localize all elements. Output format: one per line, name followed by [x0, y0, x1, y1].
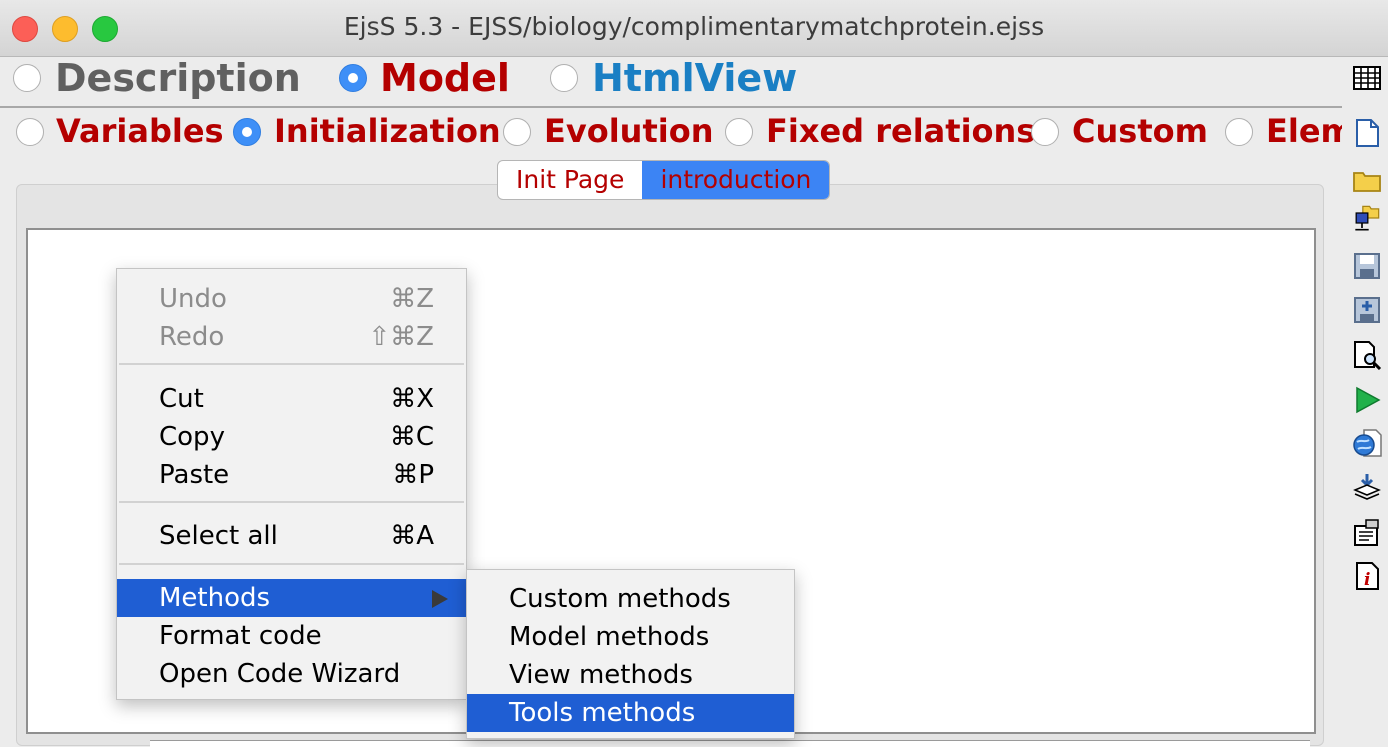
- elements-label[interactable]: Elem: [1266, 112, 1342, 150]
- menu-item-custom-methods[interactable]: Custom methods: [467, 580, 794, 618]
- tab-introduction[interactable]: introduction: [642, 161, 830, 199]
- menu-item-methods[interactable]: Methods: [117, 579, 466, 617]
- menu-item-label: Redo: [159, 322, 225, 352]
- open-folder-icon[interactable]: [1352, 165, 1382, 195]
- htmlview-label[interactable]: HtmlView: [592, 56, 797, 100]
- elements-radio[interactable]: [1225, 118, 1253, 146]
- menu-item-label: Cut: [159, 384, 204, 414]
- save-as-icon[interactable]: [1352, 295, 1382, 325]
- menu-item-shortcut: ⌘A: [390, 521, 434, 551]
- new-file-icon[interactable]: [1352, 118, 1382, 148]
- title-bar: EjsS 5.3 - EJSS/biology/complimentarymat…: [0, 0, 1388, 57]
- menu-separator: [119, 563, 464, 565]
- menu-item-label: Methods: [159, 583, 271, 613]
- menu-item-select-all[interactable]: Select all ⌘A: [117, 517, 466, 555]
- window-title: EjsS 5.3 - EJSS/biology/complimentarymat…: [343, 12, 1045, 41]
- elements-label-clip: Elem: [1266, 112, 1342, 152]
- menu-item-cut[interactable]: Cut ⌘X: [117, 380, 466, 418]
- evolution-label[interactable]: Evolution: [544, 112, 713, 150]
- search-document-icon[interactable]: [1352, 340, 1382, 370]
- web-icon[interactable]: [1352, 428, 1382, 458]
- model-radio[interactable]: [339, 64, 367, 92]
- menu-item-label: Paste: [159, 460, 230, 490]
- initialization-radio[interactable]: [233, 118, 261, 146]
- run-icon[interactable]: [1352, 385, 1382, 415]
- menu-item-shortcut: ⌘Z: [390, 284, 434, 314]
- description-radio[interactable]: [13, 64, 41, 92]
- save-icon[interactable]: [1352, 251, 1382, 281]
- description-label[interactable]: Description: [55, 56, 301, 100]
- menu-item-undo[interactable]: Undo ⌘Z: [117, 280, 466, 318]
- menu-item-label: Copy: [159, 422, 225, 452]
- svg-text:i: i: [1364, 570, 1370, 590]
- menu-item-view-methods[interactable]: View methods: [467, 656, 794, 694]
- menu-item-label: Format code: [159, 621, 322, 651]
- menu-item-shortcut: ⌘X: [390, 384, 434, 414]
- context-menu: Undo ⌘Z Redo ⇧⌘Z Cut ⌘X Copy ⌘C Paste ⌘P…: [116, 268, 467, 700]
- menu-item-paste[interactable]: Paste ⌘P: [117, 456, 466, 494]
- submenu-arrow-icon: [432, 590, 448, 608]
- menu-item-shortcut: ⇧⌘Z: [368, 322, 434, 352]
- variables-radio[interactable]: [16, 118, 44, 146]
- fixed-relations-radio[interactable]: [725, 118, 753, 146]
- custom-radio[interactable]: [1031, 118, 1059, 146]
- menu-item-label: Select all: [159, 521, 278, 551]
- initialization-label[interactable]: Initialization: [274, 112, 501, 150]
- custom-label[interactable]: Custom: [1072, 112, 1208, 150]
- menu-item-copy[interactable]: Copy ⌘C: [117, 418, 466, 456]
- methods-submenu: Custom methods Model methods View method…: [466, 569, 795, 739]
- menu-item-shortcut: ⌘C: [389, 422, 434, 452]
- install-icon[interactable]: [1352, 472, 1382, 502]
- info-icon[interactable]: i: [1352, 561, 1382, 591]
- menu-item-label: Tools methods: [509, 698, 696, 728]
- network-folder-icon[interactable]: [1352, 203, 1382, 233]
- fixed-relations-label[interactable]: Fixed relations: [766, 112, 1035, 150]
- menu-item-redo[interactable]: Redo ⇧⌘Z: [117, 318, 466, 356]
- evolution-radio[interactable]: [503, 118, 531, 146]
- menu-item-model-methods[interactable]: Model methods: [467, 618, 794, 656]
- model-label[interactable]: Model: [380, 56, 510, 100]
- divider: [0, 106, 1342, 108]
- page-tabs: Init Page introduction: [497, 160, 831, 200]
- menu-separator: [119, 501, 464, 503]
- table-icon[interactable]: [1352, 63, 1382, 93]
- menu-item-label: View methods: [509, 660, 693, 690]
- tab-init-page[interactable]: Init Page: [498, 161, 642, 199]
- menu-item-label: Model methods: [509, 622, 710, 652]
- htmlview-radio[interactable]: [550, 64, 578, 92]
- menu-item-label: Undo: [159, 284, 227, 314]
- menu-item-tools-methods[interactable]: Tools methods: [467, 694, 794, 732]
- preferences-icon[interactable]: [1352, 518, 1382, 548]
- menu-item-format-code[interactable]: Format code: [117, 617, 466, 655]
- menu-item-label: Custom methods: [509, 584, 731, 614]
- menu-item-shortcut: ⌘P: [392, 460, 434, 490]
- menu-item-open-code-wizard[interactable]: Open Code Wizard: [117, 655, 466, 693]
- menu-item-label: Open Code Wizard: [159, 659, 401, 689]
- menu-separator: [119, 363, 464, 365]
- variables-label[interactable]: Variables: [56, 112, 224, 150]
